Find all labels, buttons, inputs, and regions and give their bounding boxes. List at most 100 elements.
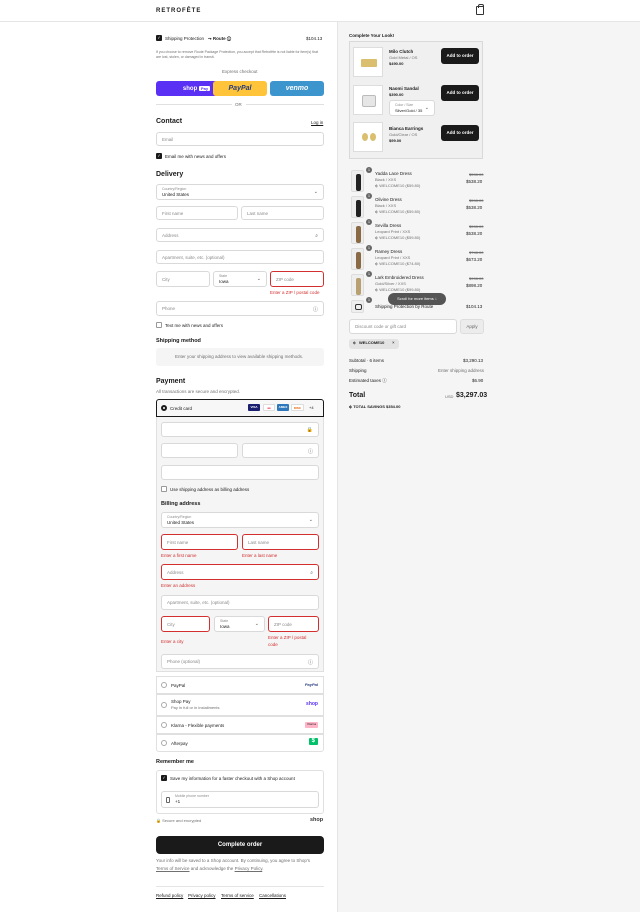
discount-code-field[interactable]: Discount code or gift card	[349, 319, 457, 334]
address-error: Enter an address	[161, 583, 196, 588]
total-label: Total	[349, 392, 366, 399]
paypal-radio[interactable]	[161, 682, 167, 688]
footer-link-terms[interactable]: Terms of service	[221, 893, 254, 898]
upsell-price: $490.00	[389, 61, 404, 66]
billing-title: Billing address	[161, 501, 201, 507]
item-discount: ⬖ WELCOME10 ($59.80)	[375, 209, 421, 214]
address-field[interactable]: Address ⌕	[156, 228, 324, 242]
news-checkbox[interactable]: ✓	[156, 153, 162, 159]
privacy-link[interactable]: Privacy Policy	[235, 866, 263, 871]
savings-label: ⬖ TOTAL SAVINGS $354.00	[349, 404, 401, 409]
afterpay-logo-icon: $	[308, 738, 318, 746]
help-icon[interactable]: ⓘ	[308, 448, 313, 455]
country-select[interactable]: Country/Region United States ⌄	[156, 184, 324, 200]
mobile-phone-field[interactable]: Mobile phone number +1	[161, 791, 319, 808]
compare-price: $598.00	[469, 198, 484, 203]
visa-icon: VISA	[248, 404, 260, 411]
currency-label: USD	[445, 394, 454, 399]
email-field[interactable]: Email	[156, 132, 324, 146]
first-name-field[interactable]: First name	[156, 206, 238, 220]
paypal-button[interactable]: PayPal	[213, 81, 267, 96]
paypal-logo-icon: PayPal	[304, 682, 318, 687]
afterpay-radio[interactable]	[161, 740, 167, 746]
klarna-logo-icon: Klarna	[305, 722, 318, 728]
complete-order-button[interactable]: Complete order	[156, 836, 324, 854]
billing-first-name-field[interactable]: First name	[161, 534, 238, 550]
header: RETROFÊTE	[0, 0, 640, 22]
route-logo: ⤳ Route ⓘ	[208, 36, 232, 41]
state-select[interactable]: State Iowa ⌄	[213, 271, 267, 287]
zip-error: Enter a ZIP / postal	[268, 635, 307, 640]
billing-last-name-field[interactable]: Last name	[242, 534, 319, 550]
save-info-checkbox[interactable]: ✓	[161, 775, 167, 781]
footer-link-refund[interactable]: Refund policy	[156, 893, 183, 898]
shipping-placeholder: Enter your shipping address to view avai…	[156, 348, 324, 366]
apartment-field[interactable]: Apartment, suite, etc. (optional)	[156, 250, 324, 264]
afterpay-option[interactable]: Afterpay $	[156, 734, 324, 752]
billing-country-select[interactable]: Country/Region United States ⌄	[161, 512, 319, 528]
phone-field[interactable]: Phone ⓘ	[156, 301, 324, 316]
shop-pay-radio[interactable]	[161, 702, 167, 708]
amex-icon: AMEX	[277, 404, 289, 411]
last-name-field[interactable]: Last name	[241, 206, 324, 220]
billing-zip-field[interactable]: ZIP code	[268, 616, 319, 632]
discover-icon: DISC	[291, 404, 304, 411]
zip-field[interactable]: ZIP code	[270, 271, 324, 287]
info-icon[interactable]: ⓘ	[382, 378, 387, 383]
help-icon[interactable]: ⓘ	[308, 659, 313, 666]
apply-button[interactable]: Apply	[460, 319, 484, 334]
billing-state-select[interactable]: State Iowa ⌄	[214, 616, 265, 632]
quantity-badge: 1	[366, 297, 372, 303]
klarna-option[interactable]: Klarna - Flexible payments Klarna	[156, 716, 324, 734]
compare-price: $998.00	[469, 276, 484, 281]
billing-address-field[interactable]: Address ⌕	[161, 564, 319, 580]
item-price: $538.20	[466, 179, 483, 184]
subtotal-value: $3,290.13	[463, 358, 484, 363]
card-number-field[interactable]: 🔒	[161, 422, 319, 437]
item-thumbnail	[351, 274, 364, 296]
city-field[interactable]: City	[156, 271, 210, 287]
shopping-bag-icon[interactable]	[476, 4, 484, 15]
brand-logo[interactable]: RETROFÊTE	[156, 8, 201, 14]
billing-phone-field[interactable]: Phone (optional) ⓘ	[161, 654, 319, 669]
add-to-order-button[interactable]: Add to order	[441, 85, 479, 101]
search-icon: ⌕	[310, 570, 313, 576]
billing-city-field[interactable]: City	[161, 616, 210, 632]
shipping-value: Enter shipping address	[438, 368, 485, 373]
divider	[156, 886, 324, 887]
contact-title: Contact	[156, 118, 183, 125]
item-price: $104.13	[466, 304, 483, 309]
text-news-checkbox[interactable]	[156, 322, 162, 328]
upsell-image-clutch	[353, 47, 383, 77]
security-code-field[interactable]: ⓘ	[242, 443, 319, 458]
terms-link[interactable]: Terms of Service	[156, 866, 190, 871]
item-name: Sevilla Dress	[375, 223, 402, 228]
add-to-order-button[interactable]: Add to order	[441, 125, 479, 141]
quantity-badge: 1	[366, 245, 372, 251]
variant-select[interactable]: Color / Size Silver/Gold / 35 ⌄	[389, 100, 435, 116]
protection-checkbox[interactable]: ✓	[156, 35, 162, 41]
secure-note: 🔒 Secure and encrypted	[156, 818, 202, 823]
remove-code-icon[interactable]: ×	[392, 340, 395, 345]
footer-link-cancellations[interactable]: Cancellations	[259, 893, 286, 898]
shipping-label: Shipping	[349, 368, 367, 373]
paypal-option[interactable]: PayPal PayPal	[156, 676, 324, 694]
mastercard-icon: ●●	[263, 404, 275, 411]
add-to-order-button[interactable]: Add to order	[441, 48, 479, 64]
login-link[interactable]: Log in	[311, 120, 323, 125]
klarna-radio[interactable]	[161, 722, 167, 728]
billing-apartment-field[interactable]: Apartment, suite, etc. (optional)	[161, 595, 319, 610]
credit-card-radio[interactable]	[161, 405, 167, 411]
expiration-field[interactable]	[161, 443, 238, 458]
compare-price: $748.00	[469, 250, 484, 255]
save-info-label: Save my information for a faster checkou…	[170, 776, 295, 781]
venmo-button[interactable]: venmo	[270, 81, 324, 96]
name-on-card-field[interactable]	[161, 465, 319, 480]
footer-link-privacy[interactable]: Privacy policy	[188, 893, 216, 898]
search-icon: ⌕	[315, 233, 318, 239]
subtotal-label: Subtotal · 6 items	[349, 358, 385, 363]
help-icon[interactable]: ⓘ	[313, 306, 318, 313]
shop-pay-option[interactable]: Shop Pay Pay in full or in installments …	[156, 694, 324, 716]
billing-same-checkbox[interactable]	[161, 486, 167, 492]
chevron-down-icon: ⌄	[254, 621, 259, 627]
